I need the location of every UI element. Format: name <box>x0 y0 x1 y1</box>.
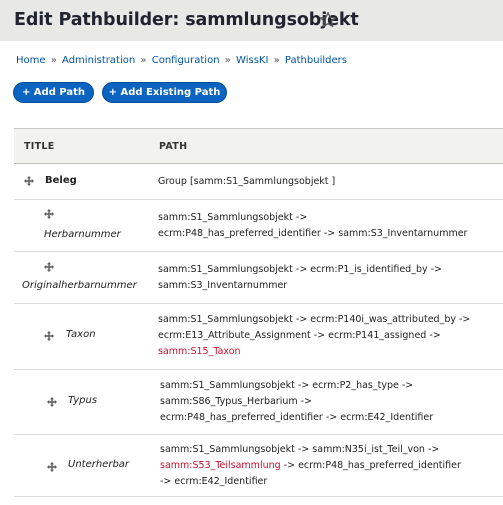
row-title: Typus <box>68 395 98 406</box>
table-row: Originalherbarnummer samm:S1_Sammlungsob… <box>14 252 503 304</box>
add-existing-path-button[interactable]: + Add Existing Path <box>102 82 227 103</box>
breadcrumb: Home » Administration » Configuration » … <box>16 55 347 66</box>
drag-handle-icon[interactable] <box>47 462 57 472</box>
row-path: samm:S1_Sammlungsobjekt -> samm:N35i_ist… <box>160 444 461 487</box>
row-path: samm:S1_Sammlungsobjekt -> ecrm:P140i_wa… <box>158 312 470 360</box>
table-header: TITLE PATH <box>14 128 503 164</box>
row-title: Unterherbar <box>68 459 130 470</box>
table-row: Taxon samm:S1_Sammlungsobjekt -> ecrm:P1… <box>14 304 503 370</box>
table-row: Herbarnummer samm:S1_Sammlungsobjekt -> … <box>14 200 503 252</box>
drag-handle-icon[interactable] <box>44 262 54 272</box>
column-header-title: TITLE <box>24 141 55 152</box>
row-path: samm:S1_Sammlungsobjekt -> ecrm:P1_is_id… <box>158 264 442 291</box>
add-path-button[interactable]: + Add Path <box>13 82 94 103</box>
breadcrumb-configuration[interactable]: Configuration <box>152 55 220 66</box>
drag-handle-icon[interactable] <box>44 209 54 219</box>
highlighted-path-node: samm:S53_Teilsammlung <box>160 460 281 471</box>
drag-handle-icon[interactable] <box>47 397 57 407</box>
drag-handle-icon[interactable] <box>44 331 54 341</box>
row-title: Originalherbarnummer <box>22 280 137 291</box>
breadcrumb-pathbuilders[interactable]: Pathbuilders <box>285 55 347 66</box>
row-path: samm:S1_Sammlungsobjekt -> ecrm:P2_has_t… <box>160 380 434 423</box>
table-row: Typus samm:S1_Sammlungsobjekt -> ecrm:P2… <box>14 370 503 435</box>
breadcrumb-separator: » <box>50 55 57 66</box>
column-header-path: PATH <box>159 141 188 152</box>
breadcrumb-separator: » <box>224 55 231 66</box>
breadcrumb-wisski[interactable]: WissKI <box>236 55 268 66</box>
row-title: Herbarnummer <box>44 229 121 240</box>
paths-table: TITLE PATH Beleg Group [samm:S1_Sammlung… <box>14 128 503 497</box>
page-title: Edit Pathbuilder: sammlungsobjekt <box>14 10 359 30</box>
breadcrumb-administration[interactable]: Administration <box>62 55 135 66</box>
breadcrumb-separator: » <box>140 55 147 66</box>
highlighted-path-node: samm:S15_Taxon <box>158 346 241 357</box>
breadcrumb-home[interactable]: Home <box>16 55 46 66</box>
breadcrumb-separator: » <box>273 55 280 66</box>
row-path: Group [samm:S1_Sammlungsobjekt ] <box>158 176 336 187</box>
row-title: Taxon <box>66 329 96 340</box>
table-row: Beleg Group [samm:S1_Sammlungsobjekt ] <box>14 164 503 200</box>
drag-handle-icon[interactable] <box>24 176 34 186</box>
row-title: Beleg <box>45 175 77 186</box>
page-header: Edit Pathbuilder: sammlungsobjekt <box>0 0 503 41</box>
star-outline-icon[interactable] <box>319 11 337 29</box>
table-row: Unterherbar samm:S1_Sammlungsobjekt -> s… <box>14 435 503 497</box>
row-path: samm:S1_Sammlungsobjekt -> ecrm:P48_has_… <box>158 212 468 239</box>
